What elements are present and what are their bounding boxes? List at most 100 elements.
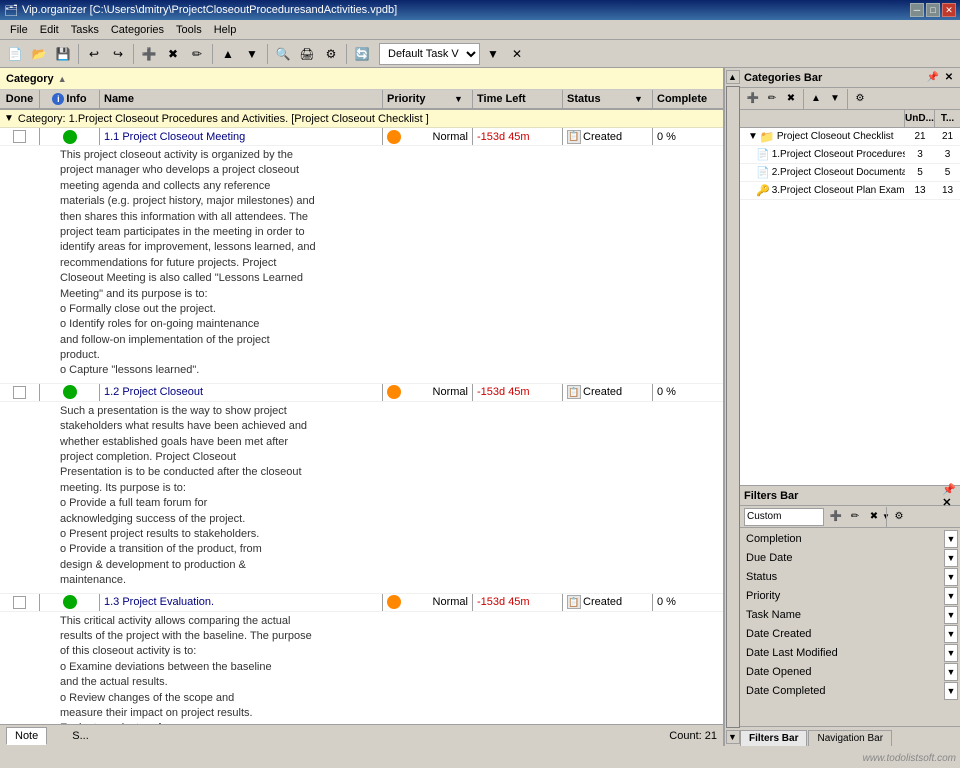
filter-dropdown-button[interactable]: ▼ <box>944 530 958 548</box>
col-header-priority[interactable]: Priority ▼ <box>383 90 473 108</box>
list-item[interactable]: 🔑 3.Project Closeout Plan Examp 13 13 <box>740 182 960 200</box>
task-name-cell[interactable]: 1.2 Project Closeout <box>100 384 383 401</box>
filter-dropdown-button[interactable]: ▼ <box>944 587 958 605</box>
tb-close-view[interactable]: ✕ <box>506 43 528 65</box>
col-header-status[interactable]: Status ▼ <box>563 90 653 108</box>
expand-icon[interactable]: ▼ <box>748 131 758 142</box>
list-item[interactable]: ▼ 📁 Project Closeout Checklist 21 21 <box>740 128 960 146</box>
maximize-button[interactable]: □ <box>926 3 940 17</box>
col-header-timeleft[interactable]: Time Left <box>473 90 563 108</box>
tb-new[interactable]: 📄 <box>4 43 26 65</box>
tab-filters-bar[interactable]: Filters Bar <box>740 730 807 746</box>
task-checkbox[interactable] <box>0 384 40 401</box>
status-dropdown-icon[interactable]: ▼ <box>634 94 648 104</box>
menu-tasks[interactable]: Tasks <box>65 22 105 38</box>
tb-print[interactable]: 🖨 <box>296 43 318 65</box>
cat-edit-button[interactable]: ✏ <box>763 90 781 108</box>
cat-tb-sep2 <box>847 89 848 109</box>
status-badge-icon: 📋 <box>567 385 581 399</box>
tb-refresh[interactable]: 🔄 <box>351 43 373 65</box>
filter-item-datelastmodified: Date Last Modified ▼ <box>742 644 958 662</box>
filters-bar-pin-button[interactable]: 📌 <box>942 483 956 496</box>
filter-tb-sep <box>886 507 887 527</box>
cat-bar-pin-button[interactable]: 📌 <box>926 71 940 85</box>
cat-bar-close-button[interactable]: ✕ <box>942 71 956 85</box>
cat-settings-button[interactable]: ⚙ <box>851 90 869 108</box>
filter-label: Status <box>742 568 944 586</box>
tb-redo[interactable]: ↪ <box>107 43 129 65</box>
cat-delete-button[interactable]: ✖ <box>782 90 800 108</box>
table-row[interactable]: 1.3 Project Evaluation. Normal -153d 45m… <box>0 594 723 612</box>
category-sort-header[interactable]: Category ▲ <box>0 68 723 90</box>
filters-toolbar: ▼ ➕ ✏ ✖ ⚙ <box>740 506 960 528</box>
filter-dropdown-button[interactable]: ▼ <box>944 625 958 643</box>
filter-dropdown-button[interactable]: ▼ <box>944 549 958 567</box>
tb-undo[interactable]: ↩ <box>83 43 105 65</box>
menu-edit[interactable]: Edit <box>34 22 65 38</box>
checkbox-icon[interactable] <box>13 386 26 399</box>
task-name-label: 1.2 Project Closeout <box>104 386 203 398</box>
task-checkbox[interactable] <box>0 128 40 145</box>
main-area: Category ▲ Done i Info Name Priority ▼ <box>0 68 960 746</box>
tab-navigation-bar[interactable]: Navigation Bar <box>808 730 892 746</box>
task-checkbox[interactable] <box>0 594 40 611</box>
tb-save[interactable]: 💾 <box>52 43 74 65</box>
filter-label: Date Completed <box>742 682 944 700</box>
menu-categories[interactable]: Categories <box>105 22 170 38</box>
category-row[interactable]: ▼ Category: 1.Project Closeout Procedure… <box>0 110 723 128</box>
task-list[interactable]: ▼ Category: 1.Project Closeout Procedure… <box>0 110 723 724</box>
list-item[interactable]: 📄 2.Project Closeout Documenta 5 5 <box>740 164 960 182</box>
minimize-button[interactable]: ─ <box>910 3 924 17</box>
task-name-cell[interactable]: 1.3 Project Evaluation. <box>100 594 383 611</box>
menu-help[interactable]: Help <box>208 22 243 38</box>
expand-icon[interactable]: ▼ <box>4 113 14 124</box>
tb-delete[interactable]: ✖ <box>162 43 184 65</box>
vertical-scrollbar[interactable]: ▲ ▼ <box>724 68 740 746</box>
cat-move-down-button[interactable]: ▼ <box>826 90 844 108</box>
list-item[interactable]: 📄 1.Project Closeout Procedures 3 3 <box>740 146 960 164</box>
filters-bar-header: Filters Bar 📌 ✕ <box>740 486 960 506</box>
priority-dropdown-icon[interactable]: ▼ <box>454 94 468 104</box>
tb-edit[interactable]: ✏ <box>186 43 208 65</box>
task-name-label: 1.1 Project Closeout Meeting <box>104 131 245 143</box>
task-name-cell[interactable]: 1.1 Project Closeout Meeting <box>100 128 383 145</box>
checkbox-icon[interactable] <box>13 130 26 143</box>
cat-d-val: 13 <box>935 185 960 196</box>
status-tab-note[interactable]: Note <box>6 727 47 745</box>
tb-add-task[interactable]: ➕ <box>138 43 160 65</box>
filter-dropdown-button[interactable]: ▼ <box>944 568 958 586</box>
table-row[interactable]: 1.1 Project Closeout Meeting Normal -153… <box>0 128 723 146</box>
tb-settings[interactable]: ⚙ <box>320 43 342 65</box>
table-row[interactable]: 1.2 Project Closeout Normal -153d 45m 📋C… <box>0 384 723 402</box>
scroll-up-button[interactable]: ▲ <box>726 70 740 84</box>
tb-filter[interactable]: 🔍 <box>272 43 294 65</box>
filter-add-button[interactable]: ➕ <box>827 508 845 526</box>
filter-preset-select[interactable]: ▼ <box>744 508 824 526</box>
filter-item-completion: Completion ▼ <box>742 530 958 548</box>
task-view-select[interactable]: Default Task V <box>379 43 480 65</box>
scroll-down-button[interactable]: ▼ <box>726 730 740 744</box>
tb-move-down[interactable]: ▼ <box>241 43 263 65</box>
menu-tools[interactable]: Tools <box>170 22 208 38</box>
tb-move-up[interactable]: ▲ <box>217 43 239 65</box>
filter-edit-button[interactable]: ✏ <box>846 508 864 526</box>
filter-dropdown-button[interactable]: ▼ <box>944 644 958 662</box>
col-header-name[interactable]: Name <box>100 90 383 108</box>
task-count-label: Count: 21 <box>669 730 717 742</box>
filter-settings-button[interactable]: ⚙ <box>890 508 908 526</box>
filters-list: Completion ▼ Due Date ▼ Status ▼ Priorit… <box>740 528 960 726</box>
filter-dropdown-button[interactable]: ▼ <box>944 663 958 681</box>
menu-file[interactable]: File <box>4 22 34 38</box>
checkbox-icon[interactable] <box>13 596 26 609</box>
cat-move-up-button[interactable]: ▲ <box>807 90 825 108</box>
close-button[interactable]: ✕ <box>942 3 956 17</box>
filter-delete-button[interactable]: ✖ <box>865 508 883 526</box>
status-tab-s[interactable]: S... <box>63 727 98 745</box>
tb-view-opt[interactable]: ▼ <box>482 43 504 65</box>
filter-label: Due Date <box>742 549 944 567</box>
cat-add-button[interactable]: ➕ <box>744 90 762 108</box>
filter-dropdown-button[interactable]: ▼ <box>944 606 958 624</box>
filter-dropdown-button[interactable]: ▼ <box>944 682 958 700</box>
categories-tree[interactable]: UnD... T... ▼ 📁 Project Closeout Checkli… <box>740 110 960 485</box>
tb-open[interactable]: 📂 <box>28 43 50 65</box>
